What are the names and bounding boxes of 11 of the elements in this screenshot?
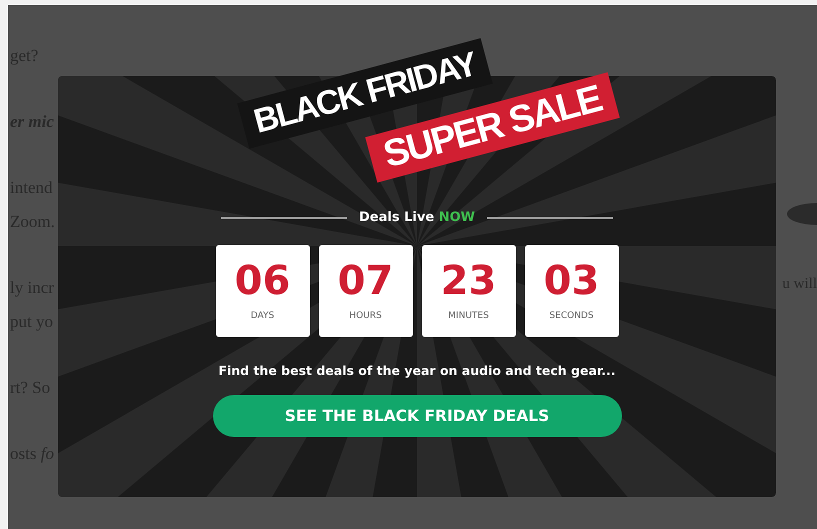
countdown-value: 03 [544, 257, 600, 305]
countdown-unit: HOURS [349, 311, 382, 321]
deals-headline: Deals Live NOW [359, 210, 475, 225]
countdown-unit: SECONDS [549, 311, 594, 321]
countdown-unit: MINUTES [448, 311, 489, 321]
tagline: Find the best deals of the year on audio and tech gear... [218, 363, 616, 378]
deals-button[interactable]: SEE THE BLACK FRIDAY DEALS [212, 395, 622, 437]
countdown-value: 07 [338, 257, 394, 305]
countdown-unit: DAYS [250, 311, 274, 321]
countdown-value: 06 [234, 257, 290, 305]
countdown-value: 23 [440, 257, 496, 305]
